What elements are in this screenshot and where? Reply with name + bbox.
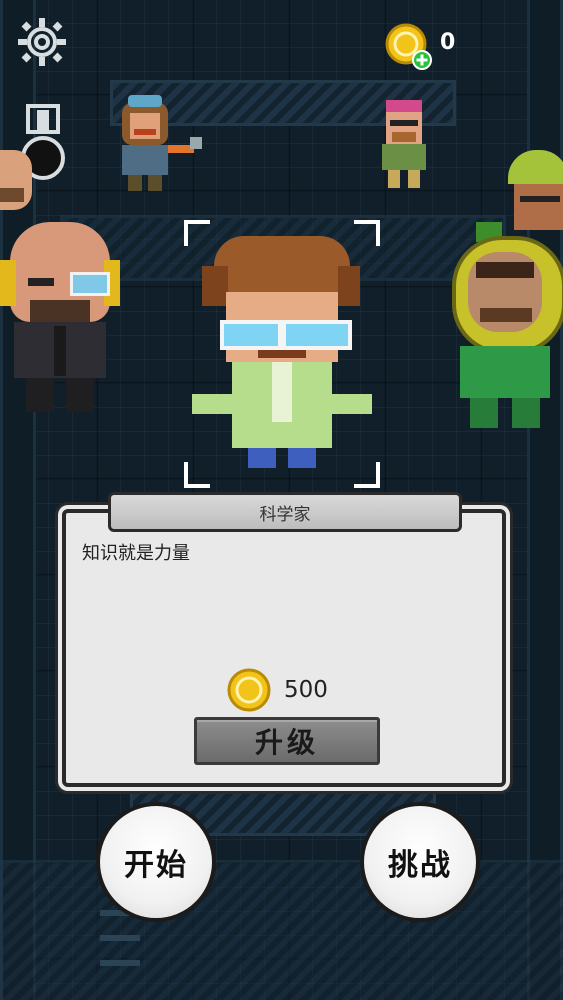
gold-coin-icon — [227, 668, 271, 712]
upgrade-price: 500 — [226, 667, 328, 713]
game-scene: 0 知识就是力量 500 升级 科学家 开始 挑战 — [0, 0, 563, 1000]
character-diver[interactable] — [440, 222, 563, 432]
character-scientist[interactable] — [192, 236, 372, 468]
upgrade-button[interactable]: 升级 — [194, 717, 380, 765]
settings-button[interactable] — [14, 14, 70, 70]
challenge-button[interactable]: 挑战 — [360, 802, 480, 922]
character-info-panel: 知识就是力量 500 升级 — [62, 509, 506, 787]
upgrade-cost: 500 — [284, 677, 328, 703]
ladder-rung — [100, 935, 140, 941]
coin-add-button[interactable] — [384, 22, 432, 70]
start-button[interactable]: 开始 — [96, 802, 216, 922]
ladder-rung — [100, 960, 140, 966]
floor-machinery — [0, 860, 563, 1000]
character-bald-partial[interactable] — [0, 150, 40, 230]
character-name: 科学家 — [108, 492, 462, 532]
character-punk[interactable] — [376, 100, 442, 195]
character-mechanic[interactable] — [112, 95, 202, 195]
character-description: 知识就是力量 — [82, 543, 190, 564]
character-agent[interactable] — [0, 222, 120, 412]
plus-icon — [412, 50, 432, 70]
gear-icon — [18, 18, 66, 66]
coin-balance: 0 — [440, 30, 456, 55]
